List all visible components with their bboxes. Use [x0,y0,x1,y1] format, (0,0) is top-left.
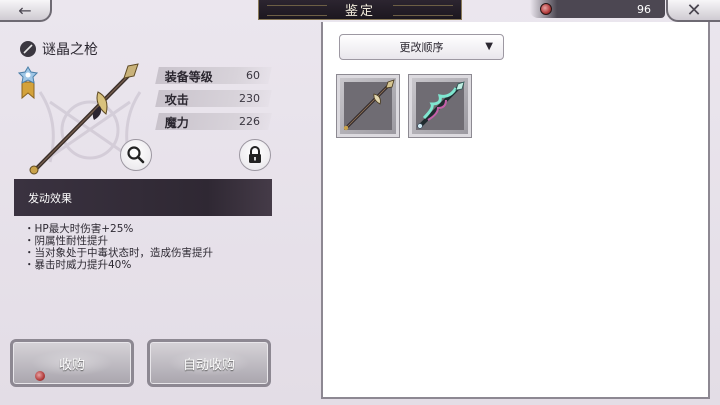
collect-label: 收购 [58,357,85,373]
arrow-left-icon: ← [18,0,32,20]
stat-value: 226 [239,115,260,128]
page-title: 鉴定 [344,4,375,19]
gem-coin-icon [35,371,45,381]
inventory-slot-spear-crystal[interactable] [409,75,471,137]
item-header: 谜晶之枪 [20,39,98,59]
sort-label: 更改顺序 [399,41,444,54]
back-button[interactable]: ← [0,0,52,22]
effect-item: 暴击时威力提升40% [24,259,213,271]
close-button[interactable]: ✕ [666,0,720,22]
effect-title-bar: 发动效果 [14,179,272,216]
sort-order-dropdown[interactable]: 更改顺序 ▼ [339,34,504,60]
gem-coin-icon [540,3,552,15]
effect-title: 发动效果 [28,191,72,205]
stat-label: 魔力 [164,116,189,130]
inventory-slot-spear-dark[interactable] [337,75,399,137]
stat-row-magic: 魔力 226 [155,113,272,130]
magnifier-icon [127,146,145,164]
stat-row-attack: 攻击 230 [155,90,272,107]
effect-item: HP最大时伤害+25% [24,223,213,235]
stat-label: 装备等级 [164,70,213,84]
close-icon: ✕ [686,0,702,21]
page-title-plate: 鉴定 [258,0,462,20]
effect-item: 阴属性耐性提升 [24,235,213,247]
stat-value: 230 [239,92,260,105]
lock-button[interactable] [239,139,271,171]
currency-value: 96 [637,2,651,16]
auto-collect-button[interactable]: 自动收购 [147,339,271,387]
chevron-down-icon: ▼ [485,41,493,52]
stat-row-equip-level: 装备等级 60 [155,67,272,84]
currency-display: 96 [530,0,665,18]
inspect-button[interactable] [120,139,152,171]
spear-type-icon [20,41,36,57]
spear-crystal-icon [417,81,465,129]
auto-collect-label: 自动收购 [182,357,235,373]
top-bar: ← 鉴定 96 ✕ [0,0,720,22]
effect-item: 当对象处于中毒状态时，造成伤害提升 [24,247,214,259]
item-name: 谜晶之枪 [42,42,98,58]
stat-label: 攻击 [164,93,189,107]
collect-button[interactable]: 收购 [10,339,134,387]
lock-icon [249,146,261,163]
spear-dark-icon [343,79,395,131]
stat-value: 60 [246,69,260,82]
effect-list: HP最大时伤害+25% 阴属性耐性提升 当对象处于中毒状态时，造成伤害提升 暴击… [24,223,214,271]
